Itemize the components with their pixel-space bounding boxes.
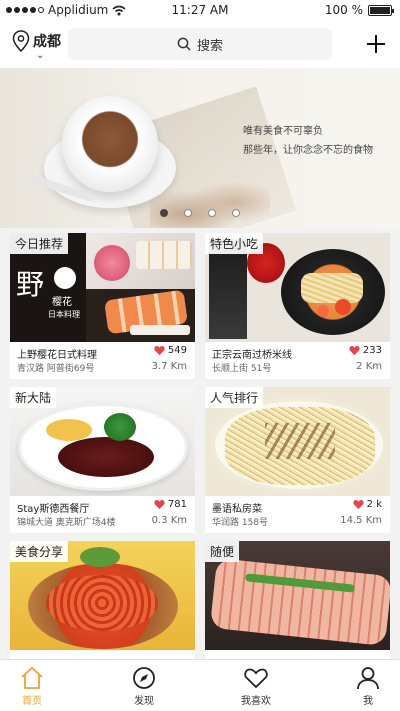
tab-label: 我 xyxy=(363,696,373,707)
restaurant-address: 长顺上街 51号 xyxy=(212,364,272,374)
bottom-tab-bar: 首页 发现 我喜欢 我 xyxy=(0,659,400,711)
search-bar[interactable]: 搜索 xyxy=(68,28,332,60)
distance: 0.3 Km xyxy=(151,515,187,526)
city-name: 成都 xyxy=(33,34,61,50)
distance: 3.7 Km xyxy=(151,361,187,372)
carousel-dot[interactable] xyxy=(184,209,192,217)
card-tag: 今日推荐 xyxy=(10,233,69,254)
restaurant-card[interactable]: 人气排行 墨语私房菜 华润路 158号 2 k 14.5 Km xyxy=(205,387,390,533)
sign-text-small: 樱花 xyxy=(52,297,72,308)
chevron-down-icon: ⌄ xyxy=(36,50,45,61)
tab-home[interactable]: 首页 xyxy=(0,664,72,710)
carousel-dot[interactable] xyxy=(208,209,216,217)
restaurant-address: 华润路 158号 xyxy=(212,518,269,528)
tab-label: 首页 xyxy=(22,696,42,707)
like-count[interactable]: 549 xyxy=(154,345,187,356)
heart-icon xyxy=(349,346,360,356)
add-button[interactable] xyxy=(364,32,388,56)
city-selector[interactable]: 成都 ⌄ xyxy=(12,30,61,61)
distance: 2 Km xyxy=(356,361,382,372)
restaurant-name: 墨语私房菜 xyxy=(212,504,262,515)
restaurant-address: 青汉路 阿普街69号 xyxy=(17,364,95,374)
card-tag: 特色小吃 xyxy=(205,233,264,254)
tab-me[interactable]: 我 xyxy=(328,664,400,710)
like-count[interactable]: 233 xyxy=(349,345,382,356)
top-navigation: 成都 ⌄ 搜索 xyxy=(0,20,400,68)
card-tag: 随便 xyxy=(205,541,240,562)
card-tag: 新大陆 xyxy=(10,387,57,408)
like-count-value: 549 xyxy=(167,345,187,356)
heart-icon xyxy=(154,346,165,356)
heart-icon xyxy=(353,500,364,510)
like-count[interactable]: 781 xyxy=(154,499,187,510)
battery-percent: 100 % xyxy=(324,3,363,17)
tab-label: 我喜欢 xyxy=(241,696,271,707)
card-tag: 人气排行 xyxy=(205,387,264,408)
restaurant-card[interactable]: 新大陆 Stay斯德西餐厅 锦城大道 奥克斯广场4楼 781 0.3 Km xyxy=(10,387,195,533)
like-count-value: 2 k xyxy=(366,499,382,510)
like-count[interactable]: 2 k xyxy=(353,499,382,510)
home-icon xyxy=(21,666,43,689)
distance: 14.5 Km xyxy=(340,515,382,526)
restaurant-card[interactable]: 野 樱花 日本料理 今日推荐 上野樱花日式料理 青汉路 阿普街69号 549 3… xyxy=(10,233,195,379)
carousel-indicators xyxy=(160,209,240,217)
like-count-value: 233 xyxy=(362,345,382,356)
banner-bowl-image xyxy=(62,96,158,192)
restaurant-name: 正宗云南过桥米线 xyxy=(212,350,292,361)
compass-icon xyxy=(133,667,155,689)
sign-text-sub: 日本料理 xyxy=(48,310,80,319)
banner-slogan: 唯有美食不可辜负 那些年，让你念念不忘的食物 xyxy=(243,122,373,160)
restaurant-address: 锦城大道 奥克斯广场4楼 xyxy=(17,518,116,528)
banner-line-2: 那些年，让你念念不忘的食物 xyxy=(243,145,373,156)
restaurant-name: Stay斯德西餐厅 xyxy=(17,504,90,515)
banner-line-1: 唯有美食不可辜负 xyxy=(243,126,323,137)
restaurant-name: 上野樱花日式料理 xyxy=(17,350,97,361)
card-tag: 美食分享 xyxy=(10,541,69,562)
banner-flower xyxy=(150,178,270,228)
carousel-dot[interactable] xyxy=(160,209,168,217)
location-pin-icon xyxy=(12,30,30,52)
like-count-value: 781 xyxy=(167,499,187,510)
heart-icon xyxy=(244,668,268,689)
banner-carousel[interactable]: 唯有美食不可辜负 那些年，让你念念不忘的食物 xyxy=(0,68,400,228)
battery-status: 100 % xyxy=(324,3,394,17)
search-placeholder: 搜索 xyxy=(196,38,223,54)
tab-favorites[interactable]: 我喜欢 xyxy=(216,664,296,710)
person-icon xyxy=(357,667,379,690)
search-icon xyxy=(177,37,191,51)
status-bar: Applidium 11:27 AM 100 % xyxy=(0,0,400,20)
sign-text-large: 野 xyxy=(16,268,45,301)
restaurant-card[interactable]: 特色小吃 正宗云南过桥米线 长顺上街 51号 233 2 Km xyxy=(205,233,390,379)
heart-icon xyxy=(154,500,165,510)
carousel-dot[interactable] xyxy=(232,209,240,217)
tab-label: 发现 xyxy=(134,696,154,707)
battery-icon xyxy=(368,4,394,16)
tab-discover[interactable]: 发现 xyxy=(104,664,184,710)
